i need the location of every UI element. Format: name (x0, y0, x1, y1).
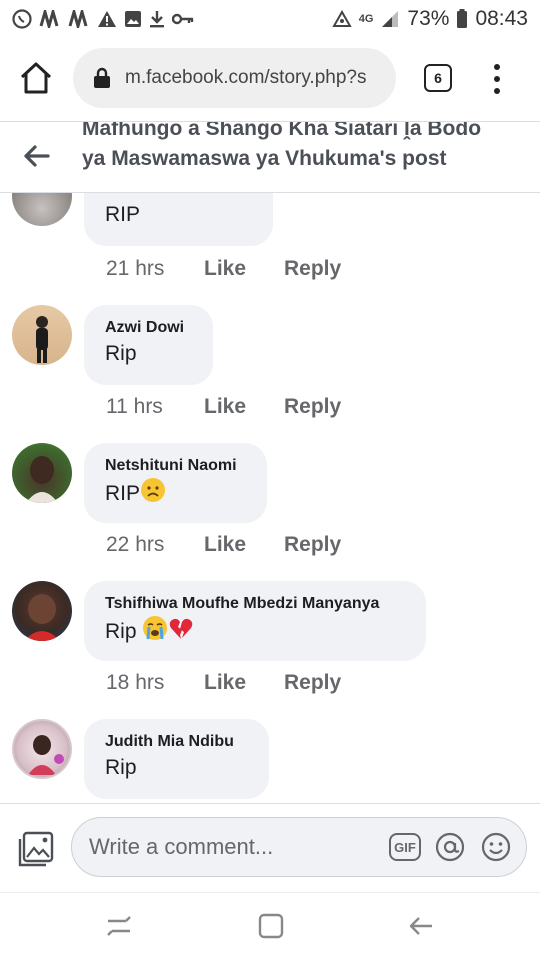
status-right: 4G 73% 08:43 (331, 7, 528, 31)
comment-text-value: RIP (105, 482, 141, 505)
comment-bubble: Judith Mia Ndibu Rip (84, 719, 269, 799)
recent-apps-icon[interactable] (104, 911, 134, 941)
tab-switcher-button[interactable]: 6 (424, 64, 452, 92)
comment-text: RIP (105, 477, 247, 509)
reply-button[interactable]: Reply (284, 395, 341, 419)
whatsapp-icon (12, 9, 32, 29)
system-nav-bar (0, 892, 540, 960)
nn-icon (68, 10, 88, 28)
home-icon[interactable] (18, 60, 54, 96)
download-icon (150, 11, 164, 28)
avatar[interactable] (12, 443, 72, 503)
comment-text: Rip (105, 615, 406, 647)
comment-time: 21 hrs (106, 257, 165, 280)
lock-icon (94, 67, 110, 88)
url-text: m.facebook.com/story.php?s (125, 67, 367, 88)
status-bar: 4G 73% 08:43 (0, 0, 540, 38)
mention-icon[interactable] (434, 831, 466, 863)
comment-actions: 21 hrs Like Reply (106, 257, 341, 281)
battery-percent: 73% (407, 7, 450, 30)
page-title: Mafhungo a Shango Kha Siatari ḽa Bodo ya… (82, 121, 482, 170)
alarm-icon (331, 10, 352, 27)
browser-toolbar: m.facebook.com/story.php?s 6 (0, 40, 540, 118)
comment-author[interactable]: Tshifhiwa Moufhe Mbedzi Manyanya (105, 593, 406, 615)
child-portrait-icon (24, 594, 60, 641)
comment-actions: 18 hrs Like Reply (106, 671, 341, 695)
comment-time: 18 hrs (106, 671, 165, 694)
clock: 08:43 (475, 7, 528, 30)
key-icon (172, 13, 194, 25)
reply-button[interactable]: Reply (284, 257, 341, 281)
comments-list: RIP 21 hrs Like Reply Azwi Dowi Rip 11 h… (0, 193, 540, 803)
comment-text-value: Rip (105, 620, 143, 643)
crying-face-emoji-icon (143, 616, 168, 640)
home-nav-icon[interactable] (256, 911, 286, 941)
comment-actions: 11 hrs Like Reply (106, 395, 341, 419)
comment-actions: 22 hrs Like Reply (106, 533, 341, 557)
like-button[interactable]: Like (204, 671, 284, 695)
reply-button[interactable]: Reply (284, 671, 341, 695)
like-button[interactable]: Like (204, 257, 284, 281)
post-header: Mafhungo a Shango Kha Siatari ḽa Bodo ya… (0, 121, 540, 193)
comment-author[interactable]: Netshituni Naomi (105, 455, 247, 477)
comment-time: 22 hrs (106, 533, 165, 556)
signal-icon (382, 11, 399, 27)
network-type: 4G (358, 13, 374, 25)
comment-bubble: Netshituni Naomi RIP (84, 443, 267, 523)
back-nav-icon[interactable] (406, 911, 436, 941)
worried-face-emoji-icon (141, 478, 166, 502)
comment-text: Rip (105, 756, 137, 779)
like-button[interactable]: Like (204, 533, 284, 557)
reply-button[interactable]: Reply (284, 533, 341, 557)
vaccination-frame-portrait-icon (28, 735, 64, 775)
comment-bubble: RIP (84, 193, 273, 246)
status-left-icons (12, 9, 194, 29)
avatar[interactable] (12, 193, 72, 226)
overflow-menu-icon[interactable] (492, 64, 502, 94)
photo-icon[interactable] (18, 831, 54, 867)
gif-button[interactable]: GIF (389, 833, 421, 861)
battery-icon (457, 9, 468, 28)
comment-text: RIP (105, 203, 141, 226)
avatar[interactable] (12, 581, 72, 641)
avatar[interactable] (12, 719, 72, 779)
comment-text: Rip (105, 342, 137, 365)
like-button[interactable]: Like (204, 395, 284, 419)
avatar[interactable] (12, 305, 72, 365)
warning-icon (98, 11, 116, 27)
nn-icon (39, 10, 59, 28)
comment-bubble: Tshifhiwa Moufhe Mbedzi Manyanya Rip (84, 581, 426, 661)
broken-heart-emoji-icon (170, 618, 193, 639)
person-silhouette-icon (36, 316, 48, 363)
comment-author[interactable]: Azwi Dowi (105, 317, 193, 339)
comment-bubble: Azwi Dowi Rip (84, 305, 213, 385)
person-portrait-icon (26, 456, 58, 503)
image-icon (125, 11, 141, 27)
emoji-icon[interactable] (480, 831, 512, 863)
back-arrow-icon[interactable] (22, 142, 50, 170)
comment-time: 11 hrs (106, 395, 163, 418)
comment-input[interactable]: Write a comment... GIF (71, 817, 527, 877)
comment-placeholder: Write a comment... (89, 834, 274, 859)
comment-composer: Write a comment... GIF (0, 803, 540, 891)
address-bar[interactable]: m.facebook.com/story.php?s (73, 48, 396, 108)
comment-author[interactable]: Judith Mia Ndibu (105, 731, 249, 753)
